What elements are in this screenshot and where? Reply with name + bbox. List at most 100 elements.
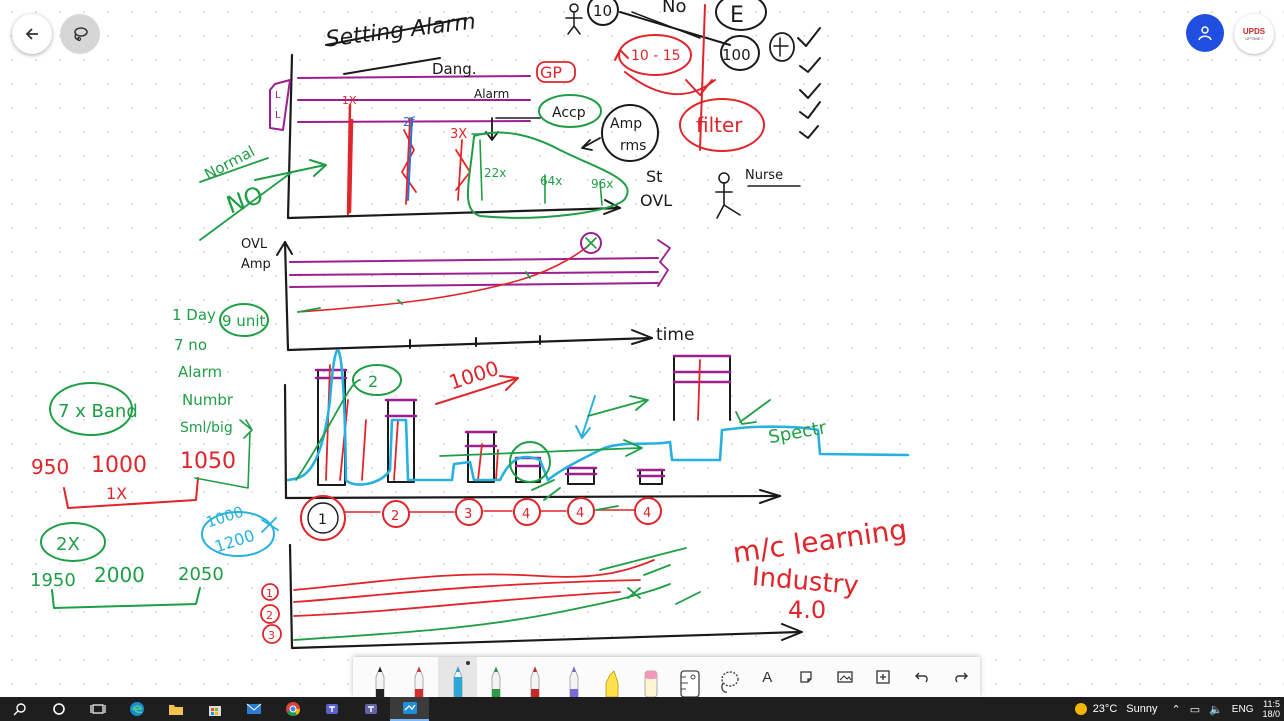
red-pen[interactable] [400,657,439,697]
green-pen[interactable] [477,657,516,697]
redo-icon [954,672,968,683]
svg-text:2000: 2000 [94,563,145,587]
svg-text:2X: 2X [56,534,80,555]
black-pen[interactable] [361,657,400,697]
svg-text:10 - 15: 10 - 15 [631,48,681,64]
svg-text:Nurse: Nurse [745,168,783,183]
clock-date: 18/0 [1262,709,1280,719]
svg-text:m/c learning: m/c learning [731,513,909,570]
dark-red-pen[interactable] [516,657,555,697]
svg-text:rms: rms [620,138,646,154]
lasso-select-tool[interactable] [709,657,748,697]
svg-text:7 no: 7 no [174,336,207,354]
redo-button[interactable] [941,657,980,697]
svg-text:2: 2 [391,509,399,524]
svg-text:E: E [730,3,744,28]
svg-text:4: 4 [522,507,530,522]
cyan-pen[interactable] [438,657,478,697]
svg-text:2f: 2f [403,115,416,129]
weather-temp[interactable]: 23°C [1093,703,1118,715]
insert-button[interactable] [864,657,903,697]
search-icon [13,703,26,716]
folder-icon [168,705,183,715]
lasso-icon [74,27,88,42]
svg-text:96x: 96x [591,177,613,191]
svg-text:OVL: OVL [241,237,268,252]
taskbar-chrome[interactable] [273,697,312,721]
svg-text:No: No [662,0,686,17]
pen-icon [414,665,424,697]
edge-icon [129,702,144,716]
multicolor-pen[interactable] [554,657,593,697]
svg-text:Dang.: Dang. [432,60,477,78]
highlighter-icon [606,670,619,697]
svg-text:Alarm: Alarm [474,87,509,101]
eraser[interactable] [632,657,671,697]
taskbar-mail[interactable] [234,697,273,721]
volume-icon[interactable]: 🔈 [1209,703,1223,716]
add-text-button[interactable]: A [748,657,787,697]
svg-text:7 x Band: 7 x Band [58,401,138,422]
taskbar-search[interactable] [0,697,39,721]
sticky-note-icon [800,671,812,683]
svg-text:Normal: Normal [201,142,257,183]
lasso-icon [720,671,739,693]
org-logo-subtext: UPTIME I [1245,35,1263,41]
add-image-button[interactable] [825,657,864,697]
clock[interactable]: 11:5 18/0 [1262,699,1280,719]
pen-icon [569,665,579,697]
svg-text:GP: GP [540,63,562,82]
ruler[interactable] [671,657,710,697]
svg-text:time: time [656,325,694,345]
svg-text:L: L [275,90,281,101]
org-logo-text: UPDS [1242,26,1266,36]
svg-text:filter: filter [696,113,743,137]
lasso-select-button[interactable] [60,14,100,54]
svg-text:Alarm: Alarm [178,363,222,381]
undo-button[interactable] [903,657,942,697]
taskbar-task-view[interactable] [78,697,117,721]
svg-text:2: 2 [368,372,378,391]
yellow-highlighter[interactable] [593,657,632,697]
svg-text:2050: 2050 [178,564,224,585]
svg-text:OVL: OVL [640,191,672,210]
undo-icon [914,672,928,683]
svg-text:1X: 1X [342,94,357,107]
pen-toolbar: A [353,657,980,697]
ruler-icon [680,670,700,697]
teams-icon-2 [364,704,377,714]
weather-condition[interactable]: Sunny [1126,703,1157,715]
arrow-left-icon [25,28,38,40]
taskbar-whiteboard[interactable] [390,697,429,721]
taskbar-teams[interactable] [312,697,351,721]
pen-icon [530,665,540,697]
svg-text:1000: 1000 [204,503,246,532]
taskbar-store[interactable] [195,697,234,721]
svg-text:1000: 1000 [91,453,147,478]
sun-icon [1074,703,1087,715]
taskbar-file-explorer[interactable] [156,697,195,721]
svg-text:22x: 22x [484,166,506,180]
organization-logo[interactable]: UPDS UPTIME I [1234,14,1274,54]
chevron-up-icon[interactable]: ⌃ [1171,703,1180,716]
svg-text:1050: 1050 [180,449,236,474]
svg-text:10: 10 [593,2,612,20]
svg-text:3X: 3X [450,127,467,142]
svg-text:L: L [275,110,281,121]
language-indicator[interactable]: ENG [1232,704,1254,715]
whiteboard-drawing: Setting Alarm 10 No E 100 10 - 15 filter… [30,0,910,650]
system-tray: 23°C Sunny ⌃ ▭ 🔈 ENG 11:5 18/0 [1074,697,1284,721]
taskbar-cortana[interactable] [39,697,78,721]
svg-text:4: 4 [576,506,584,521]
network-icon[interactable]: ▭ [1190,703,1200,716]
back-button[interactable] [12,14,52,54]
eraser-icon [644,670,658,697]
taskbar-teams-2[interactable] [351,697,390,721]
taskbar-edge[interactable] [117,697,156,721]
circle-icon [52,703,65,715]
mail-icon [246,703,261,714]
add-note-button[interactable] [787,657,826,697]
account-button[interactable] [1186,14,1224,52]
svg-text:1000: 1000 [446,356,502,395]
svg-text:1950: 1950 [30,570,76,591]
